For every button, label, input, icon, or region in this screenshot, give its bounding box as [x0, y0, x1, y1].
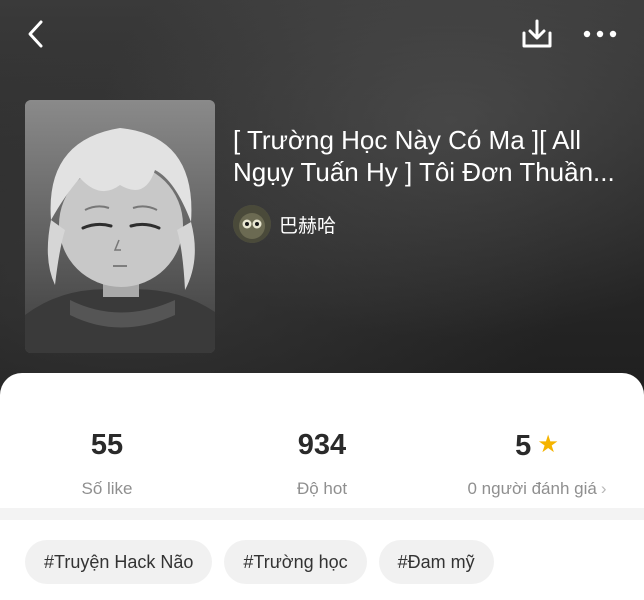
download-icon: [522, 19, 552, 48]
more-options-button[interactable]: [580, 20, 620, 48]
story-title: [ Trường Học Này Có Ma ][ All Ngụy Tuấn …: [233, 124, 623, 188]
hero-background: [ Trường Học Này Có Ma ][ All Ngụy Tuấn …: [0, 0, 644, 400]
hot-label: Độ hot: [296, 479, 348, 498]
hot-count: 934: [297, 429, 347, 461]
section-divider: [0, 508, 644, 520]
story-title-line-1: [ Trường Học Này Có Ma ][ All: [233, 125, 582, 155]
tag-chip[interactable]: #Trường học: [224, 540, 367, 584]
likes-count: 55: [90, 429, 124, 461]
story-cover-image[interactable]: [25, 100, 215, 353]
chevron-right-icon: ›: [600, 479, 607, 498]
story-title-line-2: Ngụy Tuấn Hy ] Tôi Đơn Thuần...: [233, 157, 615, 187]
rating-stat[interactable]: 5 ★ 0 người đánh giá ›: [430, 428, 644, 499]
rating-value-row: 5 ★: [430, 428, 644, 462]
author-link[interactable]: 巴赫哈: [233, 205, 336, 243]
hot-stat: 934 Độ hot: [215, 428, 429, 499]
rating-count-label: 0 người đánh giá: [467, 479, 597, 498]
tag-list: #Truyện Hack Não #Trường học #Đam mỹ: [25, 540, 494, 584]
chevron-left-icon: [28, 20, 43, 48]
author-name: 巴赫哈: [279, 214, 337, 237]
tag-chip[interactable]: #Đam mỹ: [378, 540, 494, 584]
likes-label: Số like: [81, 479, 133, 498]
rating-value: 5: [515, 430, 532, 462]
author-avatar: [233, 205, 271, 243]
star-icon: ★: [537, 431, 559, 458]
tag-chip[interactable]: #Truyện Hack Não: [25, 540, 213, 584]
more-horizontal-icon: [583, 30, 617, 38]
cover-illustration: [25, 100, 215, 353]
rating-label-row: 0 người đánh giá ›: [430, 479, 644, 499]
download-button[interactable]: [518, 16, 556, 52]
likes-stat: 55 Số like: [0, 428, 214, 499]
back-button[interactable]: [20, 18, 52, 50]
